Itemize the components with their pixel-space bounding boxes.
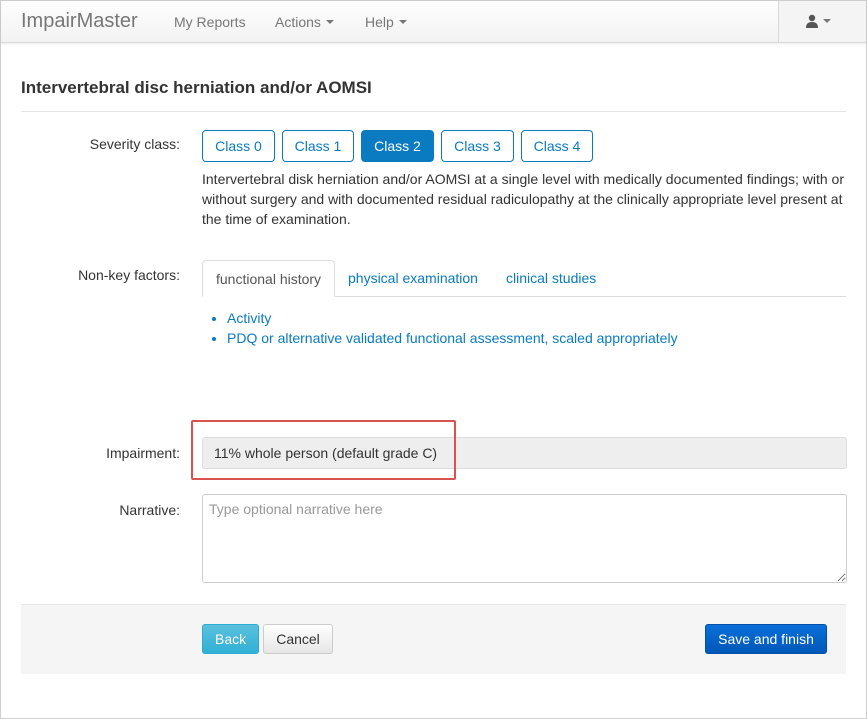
class-2-button[interactable]: Class 2 (361, 130, 434, 162)
save-and-finish-button[interactable]: Save and finish (705, 624, 827, 654)
severity-description: Intervertebral disk herniation and/or AO… (202, 171, 844, 227)
class-3-button[interactable]: Class 3 (441, 130, 514, 162)
nav-help-dropdown[interactable]: Help (365, 14, 407, 30)
tab-functional-history[interactable]: functional history (202, 260, 336, 297)
list-item: PDQ or alternative validated functional … (227, 328, 678, 348)
tab-clinical-studies[interactable]: clinical studies (493, 260, 609, 297)
nonkey-factors-label: Non-key factors: (78, 267, 180, 283)
chevron-down-icon (823, 19, 831, 23)
cancel-button[interactable]: Cancel (263, 624, 333, 654)
narrative-label: Narrative: (119, 502, 180, 518)
nav-my-reports[interactable]: My Reports (174, 14, 246, 30)
factor-link-pdq[interactable]: PDQ or alternative validated functional … (227, 330, 678, 346)
class-4-button[interactable]: Class 4 (521, 130, 593, 162)
class-0-button[interactable]: Class 0 (202, 130, 275, 162)
page-title: Intervertebral disc herniation and/or AO… (21, 78, 372, 97)
chevron-down-icon (398, 20, 407, 25)
class-1-button[interactable]: Class 1 (282, 130, 354, 162)
impairment-label: Impairment: (106, 445, 180, 461)
nav-my-reports-label: My Reports (174, 14, 246, 30)
chevron-down-icon (325, 20, 334, 25)
back-button[interactable]: Back (202, 624, 259, 654)
factor-list: Activity PDQ or alternative validated fu… (213, 308, 678, 348)
app-window: ImpairMaster My Reports Actions Help Int… (0, 0, 867, 719)
user-menu-dropdown[interactable] (778, 1, 866, 42)
user-icon (806, 14, 818, 28)
factor-link-activity[interactable]: Activity (227, 310, 271, 326)
nav-actions-dropdown[interactable]: Actions (275, 14, 334, 30)
nav-actions-label: Actions (275, 14, 321, 30)
severity-label: Severity class: (89, 136, 180, 152)
list-item: Activity (227, 308, 678, 328)
narrative-textarea[interactable] (202, 494, 847, 583)
nav-help-label: Help (365, 14, 394, 30)
title-divider (21, 111, 846, 112)
navbar: ImpairMaster My Reports Actions Help (1, 1, 866, 43)
tab-physical-examination[interactable]: physical examination (335, 260, 491, 297)
impairment-value: 11% whole person (default grade C) (202, 437, 847, 469)
brand-logo[interactable]: ImpairMaster (21, 10, 138, 33)
